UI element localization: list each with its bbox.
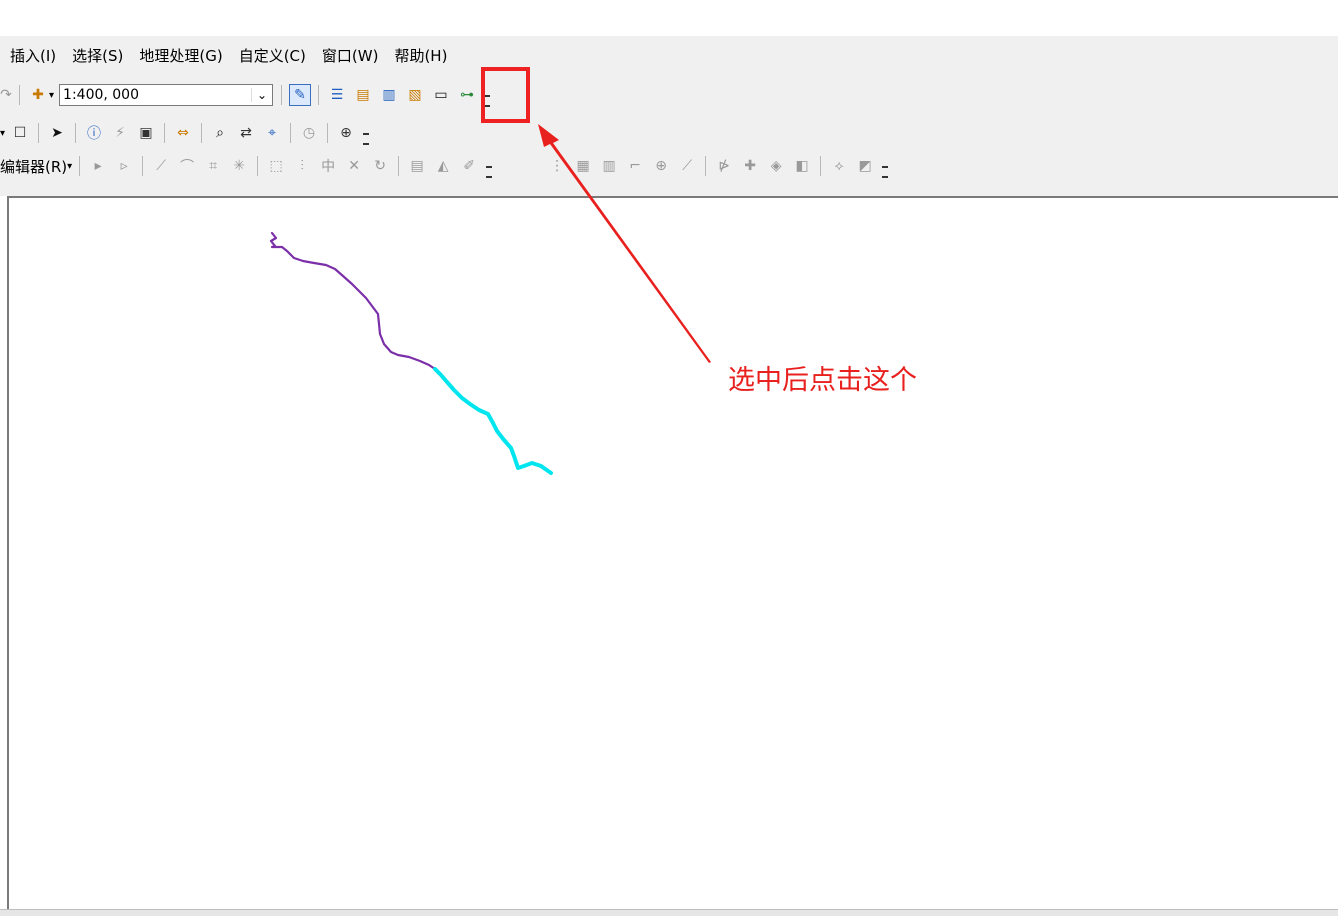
annotation-arrow	[538, 124, 711, 363]
river-line-cyan[interactable]	[433, 367, 553, 475]
annotation-text: 选中后点击这个	[728, 365, 917, 396]
highlight-box	[481, 67, 530, 123]
map-overlay-graphics	[269, 124, 711, 475]
river-line-purple[interactable]	[269, 231, 437, 371]
